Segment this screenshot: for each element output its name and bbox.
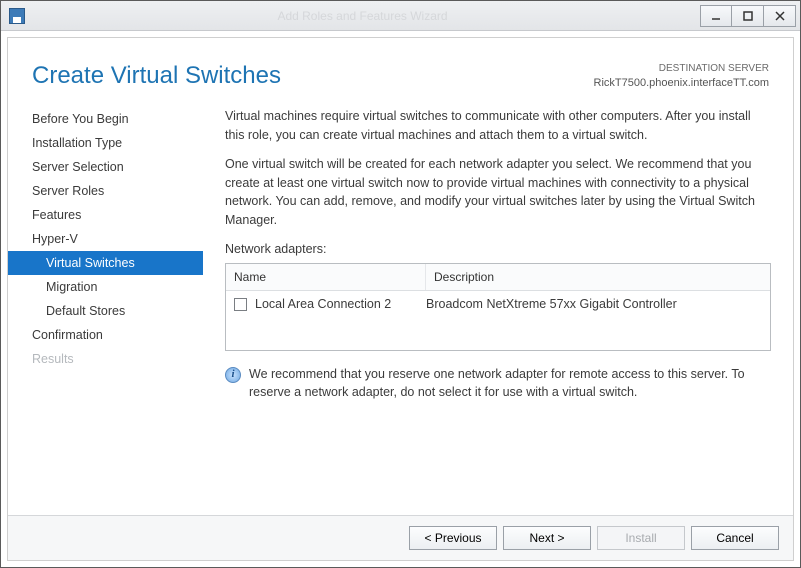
wizard-body: Create Virtual Switches DESTINATION SERV… — [7, 37, 794, 561]
sidebar: Before You Begin Installation Type Serve… — [8, 101, 203, 515]
adapters-header-row: Name Description — [226, 264, 770, 291]
info-icon: i — [225, 367, 241, 383]
sidebar-item-virtual-switches[interactable]: Virtual Switches — [8, 251, 203, 275]
sidebar-item-default-stores[interactable]: Default Stores — [8, 299, 203, 323]
close-button[interactable] — [764, 5, 796, 27]
adapter-row[interactable]: Local Area Connection 2 Broadcom NetXtre… — [226, 291, 770, 318]
button-row: < Previous Next > Install Cancel — [8, 515, 793, 560]
window-controls — [700, 5, 796, 27]
adapter-name: Local Area Connection 2 — [255, 295, 391, 314]
adapter-name-cell: Local Area Connection 2 — [234, 295, 426, 314]
next-button[interactable]: Next > — [503, 526, 591, 550]
recommendation-text: We recommend that you reserve one networ… — [249, 365, 771, 403]
sidebar-item-confirmation[interactable]: Confirmation — [8, 323, 203, 347]
column-header-name[interactable]: Name — [226, 264, 426, 290]
adapter-description: Broadcom NetXtreme 57xx Gigabit Controll… — [426, 295, 762, 314]
intro-paragraph-1: Virtual machines require virtual switche… — [225, 107, 771, 145]
previous-button[interactable]: < Previous — [409, 526, 497, 550]
content-row: Before You Begin Installation Type Serve… — [8, 101, 793, 515]
main-panel: Virtual machines require virtual switche… — [203, 101, 793, 515]
app-icon — [9, 8, 25, 24]
page-title: Create Virtual Switches — [32, 62, 281, 91]
adapters-label: Network adapters: — [225, 240, 771, 259]
adapter-checkbox[interactable] — [234, 298, 247, 311]
install-button: Install — [597, 526, 685, 550]
recommendation-note: i We recommend that you reserve one netw… — [225, 365, 771, 403]
minimize-button[interactable] — [700, 5, 732, 27]
destination-value: RickT7500.phoenix.interfaceTT.com — [594, 76, 769, 91]
sidebar-item-before-you-begin[interactable]: Before You Begin — [8, 107, 203, 131]
window-title: Add Roles and Features Wizard — [25, 9, 700, 23]
adapters-table: Name Description Local Area Connection 2… — [225, 263, 771, 351]
header-row: Create Virtual Switches DESTINATION SERV… — [8, 38, 793, 101]
sidebar-item-server-selection[interactable]: Server Selection — [8, 155, 203, 179]
cancel-button[interactable]: Cancel — [691, 526, 779, 550]
destination-label: DESTINATION SERVER — [594, 62, 769, 76]
destination-server: DESTINATION SERVER RickT7500.phoenix.int… — [594, 62, 769, 91]
sidebar-item-results: Results — [8, 347, 203, 371]
column-header-description[interactable]: Description — [426, 264, 770, 290]
sidebar-item-server-roles[interactable]: Server Roles — [8, 179, 203, 203]
sidebar-item-installation-type[interactable]: Installation Type — [8, 131, 203, 155]
sidebar-item-migration[interactable]: Migration — [8, 275, 203, 299]
maximize-button[interactable] — [732, 5, 764, 27]
wizard-window: Add Roles and Features Wizard Create Vir… — [0, 0, 801, 568]
sidebar-item-hyper-v[interactable]: Hyper-V — [8, 227, 203, 251]
titlebar: Add Roles and Features Wizard — [1, 1, 800, 31]
sidebar-item-features[interactable]: Features — [8, 203, 203, 227]
intro-paragraph-2: One virtual switch will be created for e… — [225, 155, 771, 230]
